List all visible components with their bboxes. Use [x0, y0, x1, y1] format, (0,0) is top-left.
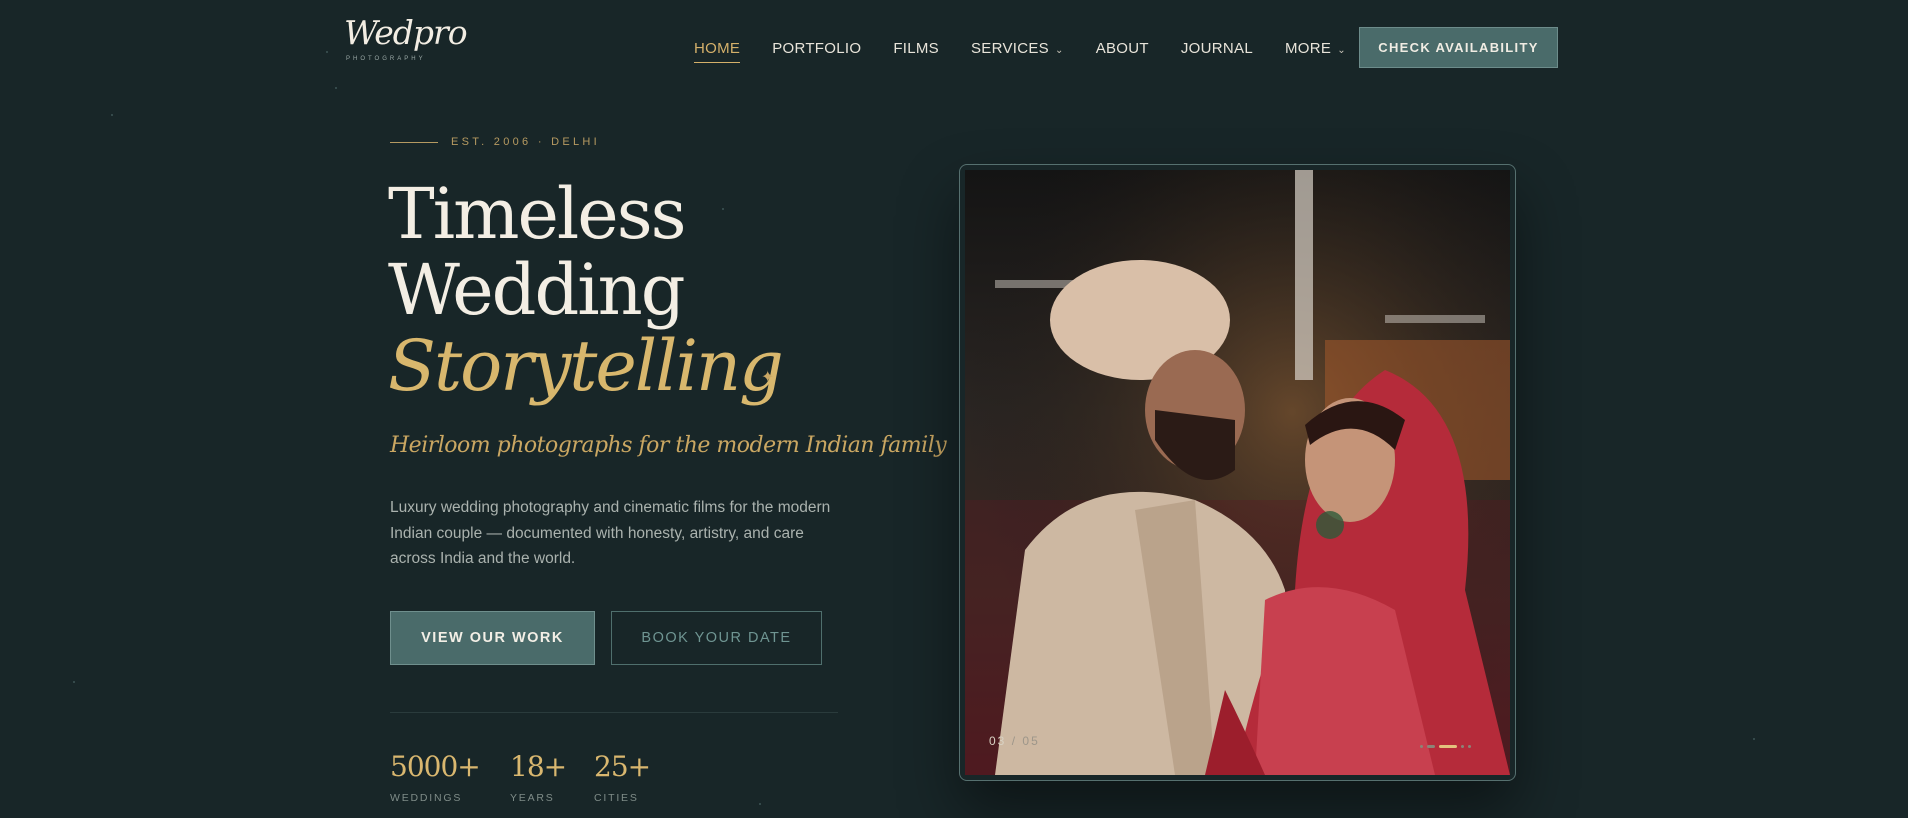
- nav-item-home[interactable]: HOME: [694, 39, 741, 63]
- hero-eyebrow: EST. 2006 · DELHI: [390, 136, 600, 148]
- hero-tagline: Heirloom photographs for the modern Indi…: [390, 433, 947, 458]
- background-speck: [1753, 738, 1755, 740]
- brand-logo[interactable]: Wedpro PHOTOGRAPHY: [344, 13, 468, 74]
- slide-current: 03: [989, 734, 1007, 748]
- slide-dot[interactable]: [1427, 745, 1435, 748]
- stat-value: 25+: [594, 750, 651, 783]
- stat-cities: 25+ CITIES: [594, 750, 651, 804]
- slide-dot[interactable]: [1468, 745, 1471, 748]
- nav-label: SERVICES: [971, 39, 1049, 57]
- stat-weddings: 5000+ WEDDINGS: [390, 750, 481, 804]
- slide-dot[interactable]: [1461, 745, 1464, 748]
- view-our-work-button[interactable]: VIEW OUR WORK: [390, 611, 595, 665]
- background-speck: [326, 51, 328, 53]
- nav-label: JOURNAL: [1180, 39, 1253, 57]
- eyebrow-text: EST. 2006 · DELHI: [451, 136, 601, 148]
- nav-item-films[interactable]: FILMS: [893, 40, 939, 57]
- brand-subtitle: PHOTOGRAPHY: [346, 56, 426, 62]
- nav-label: HOME: [694, 39, 741, 57]
- slider-pagination: [1420, 745, 1471, 748]
- background-speck: [335, 87, 337, 89]
- chevron-down-icon: ⌄: [1055, 44, 1064, 56]
- headline-line-3: Storytelling: [388, 325, 784, 407]
- stat-value: 5000+: [390, 750, 481, 783]
- hero-headline: Timeless Wedding Storytelling: [388, 176, 908, 404]
- nav-label: PORTFOLIO: [772, 39, 862, 57]
- nav-item-portfolio[interactable]: PORTFOLIO: [772, 40, 861, 57]
- nav-item-services[interactable]: SERVICES ⌄: [971, 40, 1064, 57]
- stat-value: 18+: [510, 750, 567, 783]
- headline-line-1: Timeless: [388, 173, 687, 255]
- nav-label: FILMS: [893, 39, 939, 57]
- slide-counter: 03 / 05: [989, 734, 1040, 748]
- couple-illustration: [965, 170, 1510, 775]
- stat-label: WEDDINGS: [390, 792, 463, 804]
- slide-separator: /: [1011, 734, 1018, 748]
- brand-name: Wedpro: [344, 13, 468, 52]
- check-availability-button[interactable]: CHECK AVAILABILITY: [1359, 27, 1558, 68]
- background-speck: [73, 681, 75, 683]
- chevron-down-icon: ⌄: [1337, 44, 1346, 56]
- hero-description: Luxury wedding photography and cinematic…: [390, 499, 831, 567]
- slide-dot[interactable]: [1420, 745, 1423, 748]
- nav-item-journal[interactable]: JOURNAL: [1181, 40, 1253, 57]
- hero-photo[interactable]: [965, 170, 1510, 775]
- nav-item-about[interactable]: ABOUT: [1096, 40, 1149, 57]
- sparkle-icon: ✦: [761, 369, 775, 386]
- nav-label: ABOUT: [1095, 39, 1149, 57]
- book-your-date-button[interactable]: BOOK YOUR DATE: [611, 611, 822, 665]
- slide-dot-active[interactable]: [1439, 745, 1457, 748]
- slide-total: 05: [1022, 734, 1040, 748]
- eyebrow-rule: [390, 141, 438, 143]
- stat-label: CITIES: [594, 792, 639, 804]
- nav-label: MORE: [1285, 39, 1332, 57]
- headline-line-2: Wedding: [388, 249, 686, 331]
- background-speck: [111, 114, 113, 116]
- nav-item-more[interactable]: MORE ⌄: [1285, 40, 1346, 57]
- stat-years: 18+ YEARS: [510, 750, 567, 804]
- background-speck: [759, 803, 761, 805]
- stat-label: YEARS: [510, 792, 555, 804]
- main-nav: HOME PORTFOLIO FILMS SERVICES ⌄ ABOUT JOU…: [694, 0, 1378, 96]
- stats-divider: [390, 712, 838, 713]
